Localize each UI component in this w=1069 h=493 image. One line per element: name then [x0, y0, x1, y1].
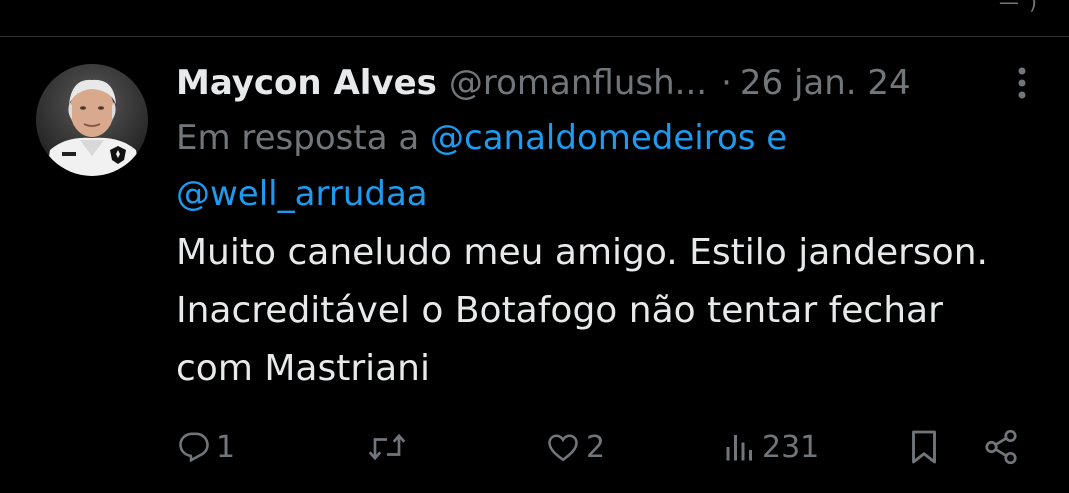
previous-tweet-remnant: — ): [0, 0, 1069, 36]
bookmark-icon: [912, 430, 936, 464]
mention-link[interactable]: @well_arrudaa: [176, 174, 428, 214]
views-button[interactable]: 231: [722, 424, 819, 470]
tweet-header: Maycon Alves @romanflush... · 26 jan. 24: [176, 56, 1046, 110]
partial-glyph: — ): [998, 0, 1039, 14]
mention-link[interactable]: @canaldomedeiros: [430, 118, 755, 158]
user-handle[interactable]: @romanflush...: [449, 63, 707, 103]
reply-prefix: Em resposta a: [176, 118, 420, 158]
share-icon: [985, 429, 1017, 465]
more-vertical-icon: [1018, 67, 1026, 99]
heart-icon: [548, 434, 578, 462]
views-count: 231: [762, 429, 820, 465]
reply-icon: [179, 432, 209, 463]
tweet-text-line: Muito caneludo meu amigo. Estilo janders…: [176, 232, 988, 273]
tweet-text: Muito caneludo meu amigo. Estilo janders…: [176, 224, 1046, 398]
tweet-date[interactable]: 26 jan. 24: [740, 63, 911, 103]
reply-context: Em resposta a @canaldomedeiros e @well_a…: [176, 110, 1046, 222]
share-button[interactable]: [982, 424, 1020, 470]
tweet-body: Maycon Alves @romanflush... · 26 jan. 24…: [176, 56, 1046, 398]
reply-count: 1: [216, 429, 236, 465]
display-name[interactable]: Maycon Alves: [176, 63, 437, 103]
mention-conjunction[interactable]: e: [766, 118, 787, 158]
tweet-text-line: com Mastriani: [176, 348, 431, 389]
action-bar: 1 2 231: [176, 424, 1036, 470]
separator: ·: [721, 63, 732, 103]
reply-button[interactable]: 1: [176, 424, 235, 470]
avatar[interactable]: [36, 64, 148, 176]
bookmark-button[interactable]: [906, 424, 942, 470]
like-button[interactable]: 2: [544, 424, 605, 470]
divider: [0, 36, 1069, 37]
more-options-button[interactable]: [1002, 56, 1042, 110]
retweet-icon: [368, 433, 406, 461]
retweet-button[interactable]: [366, 424, 412, 470]
profile-photo: [36, 64, 148, 176]
tweet-text-line: Inacreditável o Botafogo não tentar fech…: [176, 290, 943, 331]
like-count: 2: [586, 429, 606, 465]
views-icon: [726, 435, 752, 461]
